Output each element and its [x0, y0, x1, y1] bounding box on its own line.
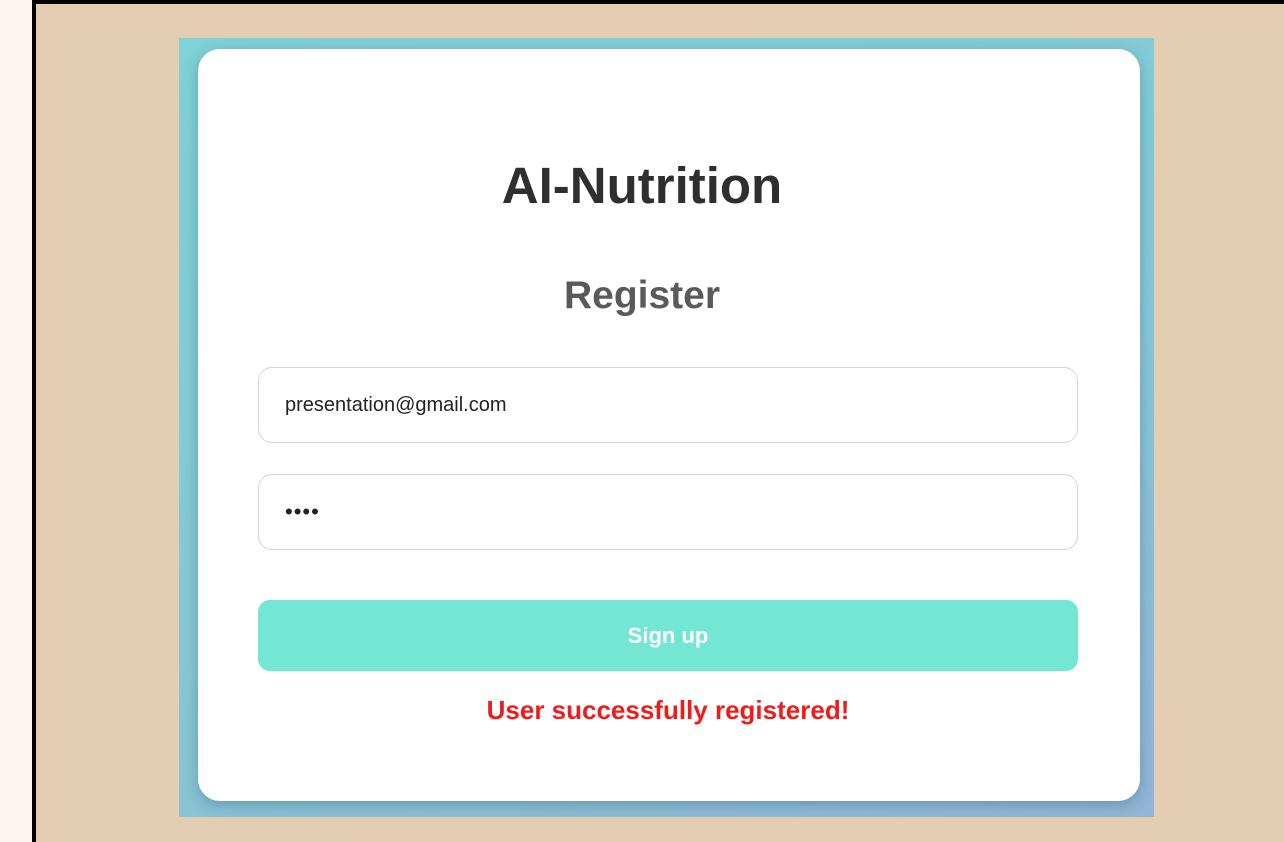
form-title: Register [563, 274, 721, 317]
password-field[interactable] [258, 474, 1078, 550]
status-message: User successfully registered! [486, 695, 850, 725]
sign-up-button[interactable]: Sign up [258, 600, 1078, 671]
email-field[interactable] [258, 367, 1078, 443]
app-title: AI-Nutrition [501, 157, 783, 214]
